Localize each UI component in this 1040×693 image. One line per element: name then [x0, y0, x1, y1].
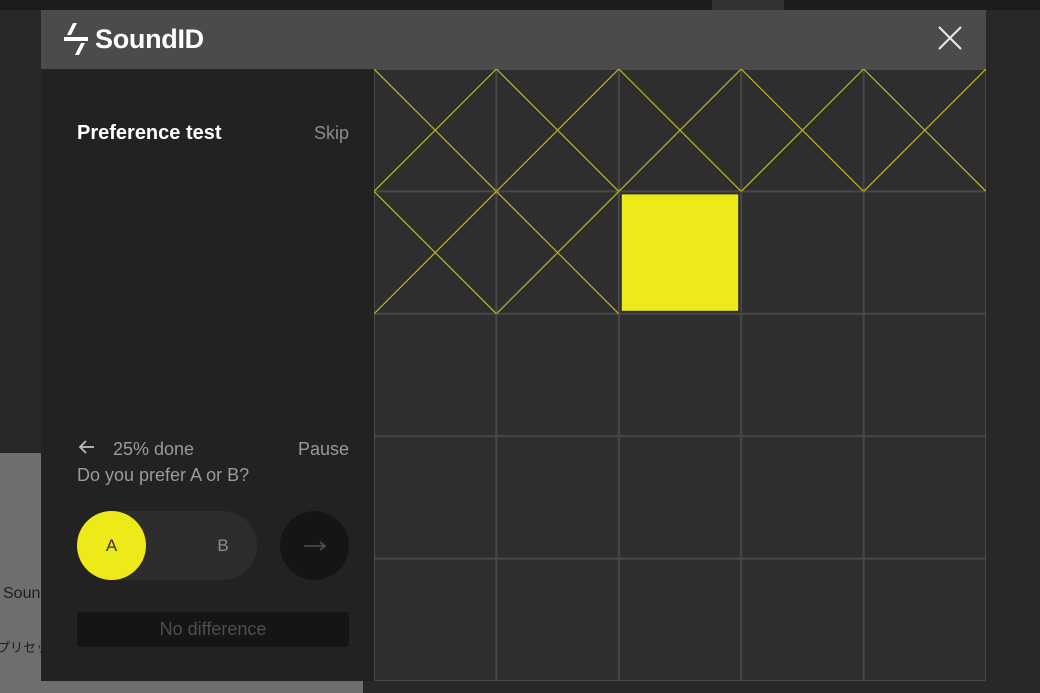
background-app-tab	[712, 0, 784, 10]
test-control-panel: Preference test Skip 25% done Pause Do y…	[41, 69, 374, 681]
grid-cell-current	[618, 191, 742, 314]
grid-cell-pending	[741, 558, 864, 681]
grid-cell-pending	[741, 191, 864, 314]
grid-cell-done	[618, 69, 742, 192]
grid-cell-done	[495, 69, 620, 192]
no-difference-button[interactable]: No difference	[77, 612, 349, 647]
grid-cell-pending	[496, 558, 619, 681]
next-button[interactable]	[280, 511, 349, 580]
soundid-logo: SoundID	[63, 22, 204, 56]
soundid-logo-icon	[64, 23, 88, 55]
grid-cell-pending	[496, 313, 619, 437]
ab-toggle: A B	[77, 511, 257, 580]
grid-cell-pending	[374, 313, 497, 437]
modal-titlebar: SoundID	[41, 10, 986, 69]
grid-cell-done	[374, 69, 497, 192]
grid-cell-pending	[618, 558, 742, 681]
grid-cell-pending	[741, 313, 864, 437]
grid-cell-done	[863, 69, 986, 192]
background-app-text: Soun	[3, 585, 41, 602]
progress-grid	[374, 69, 986, 681]
grid-cell-pending	[741, 436, 864, 559]
progress-label: 25% done	[113, 439, 195, 459]
grid-cell-pending	[863, 436, 986, 559]
grid-cell-pending	[863, 313, 986, 437]
grid-cell-pending	[374, 436, 497, 559]
grid-cell-done	[495, 190, 620, 315]
grid-cell-done	[374, 190, 497, 315]
question-text: Do you prefer A or B?	[77, 465, 250, 485]
arrow-right-icon	[303, 540, 326, 551]
brand-name: SoundID	[95, 23, 204, 54]
preference-test-modal: SoundID Preference test Skip 25% done Pa…	[41, 10, 986, 681]
grid-cell-done	[740, 69, 865, 192]
close-icon[interactable]	[936, 24, 964, 52]
grid-cell-pending	[618, 313, 742, 437]
option-a-button[interactable]: A	[77, 511, 146, 580]
skip-button[interactable]: Skip	[314, 123, 349, 144]
grid-cell-pending	[374, 558, 497, 681]
grid-cell-pending	[863, 558, 986, 681]
arrow-left-icon[interactable]	[77, 437, 97, 457]
pause-button[interactable]: Pause	[298, 439, 349, 460]
page-title: Preference test	[77, 122, 222, 144]
grid-cell-pending	[863, 191, 986, 314]
grid-cell-pending	[496, 436, 619, 559]
background-app-bar	[0, 0, 1040, 10]
option-b-button[interactable]: B	[206, 511, 240, 580]
grid-cell-pending	[618, 436, 742, 559]
